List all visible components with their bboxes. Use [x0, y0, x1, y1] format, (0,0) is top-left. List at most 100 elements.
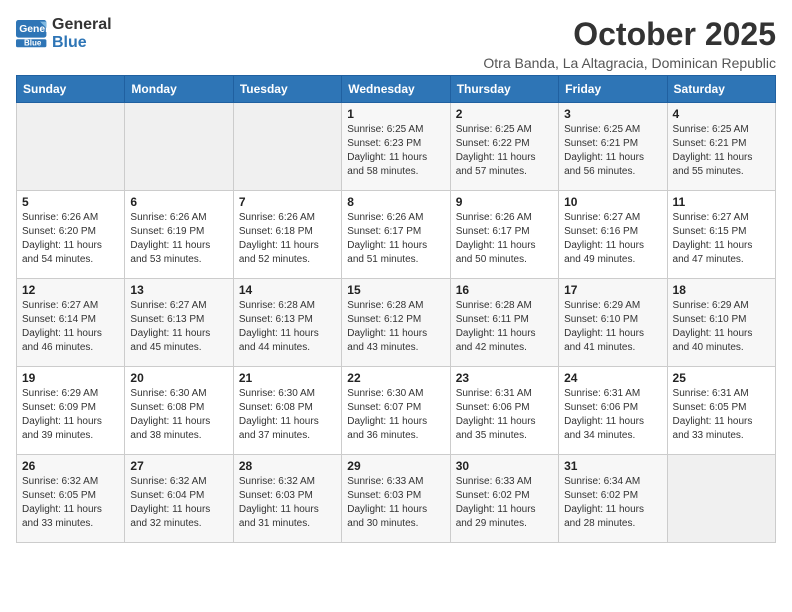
day-number: 25: [673, 371, 770, 385]
day-info: Sunrise: 6:32 AM Sunset: 6:04 PM Dayligh…: [130, 475, 227, 531]
day-info: Sunrise: 6:31 AM Sunset: 6:06 PM Dayligh…: [564, 387, 661, 443]
calendar-table: Sunday Monday Tuesday Wednesday Thursday…: [16, 75, 776, 543]
day-number: 26: [22, 459, 119, 473]
calendar-cell: 17Sunrise: 6:29 AM Sunset: 6:10 PM Dayli…: [559, 279, 667, 367]
day-number: 15: [347, 283, 444, 297]
day-number: 7: [239, 195, 336, 209]
day-number: 8: [347, 195, 444, 209]
calendar-cell: 1 Sunrise: 6:25 AM Sunset: 6:23 PM Daylig…: [342, 103, 450, 191]
day-number: 4: [673, 107, 770, 121]
day-info: Sunrise: 6:27 AM Sunset: 6:15 PM Dayligh…: [673, 211, 770, 267]
calendar-cell: 16 Sunrise: 6:28 AM Sunset: 6:11 PM Dayli…: [450, 279, 558, 367]
logo: General Blue General Blue: [16, 16, 112, 51]
day-info: Sunrise: 6:28 AM Sunset: 6:11 PM Dayligh…: [456, 299, 553, 355]
day-number: 11: [673, 195, 770, 209]
day-info: Sunrise: 6:26 AM Sunset: 6:20 PM Dayligh…: [22, 211, 119, 267]
title-block: October 2025 Otra Banda, La Altagracia, …: [483, 16, 776, 71]
day-info: Sunrise: 6:29 AM Sunset: 6:09 PM Dayligh…: [22, 387, 119, 443]
day-number: 16: [456, 283, 553, 297]
calendar-cell: 15 Sunrise: 6:28 AM Sunset: 6:12 PM Dayli…: [342, 279, 450, 367]
month-title: October 2025: [483, 16, 776, 53]
day-number: 1: [347, 107, 444, 121]
calendar-week-4: 19 Sunrise: 6:29 AM Sunset: 6:09 PM Dayli…: [17, 367, 776, 455]
col-saturday: Saturday: [667, 76, 775, 103]
day-info: Sunrise: 6:29 AM Sunset: 6:10 PM Dayligh…: [673, 299, 770, 355]
day-number: 20: [130, 371, 227, 385]
day-number: 29: [347, 459, 444, 473]
calendar-cell: 25 Sunrise: 6:31 AM Sunset: 6:05 PM Dayli…: [667, 367, 775, 455]
calendar-cell: 21Sunrise: 6:30 AM Sunset: 6:08 PM Dayli…: [233, 367, 341, 455]
day-number: 19: [22, 371, 119, 385]
day-info: Sunrise: 6:31 AM Sunset: 6:06 PM Dayligh…: [456, 387, 553, 443]
day-number: 31: [564, 459, 661, 473]
calendar-cell: 10Sunrise: 6:27 AM Sunset: 6:16 PM Dayli…: [559, 191, 667, 279]
calendar-cell: 19 Sunrise: 6:29 AM Sunset: 6:09 PM Dayli…: [17, 367, 125, 455]
day-number: 3: [564, 107, 661, 121]
day-info: Sunrise: 6:33 AM Sunset: 6:02 PM Dayligh…: [456, 475, 553, 531]
calendar-cell: 23 Sunrise: 6:31 AM Sunset: 6:06 PM Dayli…: [450, 367, 558, 455]
day-info: Sunrise: 6:32 AM Sunset: 6:03 PM Dayligh…: [239, 475, 336, 531]
calendar-cell: 12 Sunrise: 6:27 AM Sunset: 6:14 PM Dayli…: [17, 279, 125, 367]
day-info: Sunrise: 6:25 AM Sunset: 6:21 PM Dayligh…: [673, 123, 770, 179]
calendar-cell: 2 Sunrise: 6:25 AM Sunset: 6:22 PM Daylig…: [450, 103, 558, 191]
day-info: Sunrise: 6:30 AM Sunset: 6:08 PM Dayligh…: [239, 387, 336, 443]
day-info: Sunrise: 6:26 AM Sunset: 6:17 PM Dayligh…: [456, 211, 553, 267]
calendar-cell: [667, 455, 775, 543]
day-info: Sunrise: 6:26 AM Sunset: 6:17 PM Dayligh…: [347, 211, 444, 267]
calendar-week-2: 5Sunrise: 6:26 AM Sunset: 6:20 PM Daylig…: [17, 191, 776, 279]
calendar-cell: 18 Sunrise: 6:29 AM Sunset: 6:10 PM Dayli…: [667, 279, 775, 367]
day-number: 24: [564, 371, 661, 385]
calendar-cell: 6 Sunrise: 6:26 AM Sunset: 6:19 PM Daylig…: [125, 191, 233, 279]
svg-text:Blue: Blue: [24, 38, 42, 47]
calendar-cell: [125, 103, 233, 191]
page-header: General Blue General Blue October 2025 O…: [16, 16, 776, 71]
day-info: Sunrise: 6:34 AM Sunset: 6:02 PM Dayligh…: [564, 475, 661, 531]
col-friday: Friday: [559, 76, 667, 103]
calendar-cell: 14Sunrise: 6:28 AM Sunset: 6:13 PM Dayli…: [233, 279, 341, 367]
day-number: 12: [22, 283, 119, 297]
day-info: Sunrise: 6:30 AM Sunset: 6:08 PM Dayligh…: [130, 387, 227, 443]
calendar-week-1: 1 Sunrise: 6:25 AM Sunset: 6:23 PM Daylig…: [17, 103, 776, 191]
day-info: Sunrise: 6:26 AM Sunset: 6:19 PM Dayligh…: [130, 211, 227, 267]
day-number: 10: [564, 195, 661, 209]
day-info: Sunrise: 6:25 AM Sunset: 6:22 PM Dayligh…: [456, 123, 553, 179]
day-number: 9: [456, 195, 553, 209]
day-info: Sunrise: 6:28 AM Sunset: 6:12 PM Dayligh…: [347, 299, 444, 355]
calendar-body: 1 Sunrise: 6:25 AM Sunset: 6:23 PM Daylig…: [17, 103, 776, 543]
col-tuesday: Tuesday: [233, 76, 341, 103]
col-monday: Monday: [125, 76, 233, 103]
calendar-cell: 28Sunrise: 6:32 AM Sunset: 6:03 PM Dayli…: [233, 455, 341, 543]
header-row: Sunday Monday Tuesday Wednesday Thursday…: [17, 76, 776, 103]
calendar-cell: 20 Sunrise: 6:30 AM Sunset: 6:08 PM Dayli…: [125, 367, 233, 455]
day-info: Sunrise: 6:27 AM Sunset: 6:14 PM Dayligh…: [22, 299, 119, 355]
location-subtitle: Otra Banda, La Altagracia, Dominican Rep…: [483, 55, 776, 71]
calendar-cell: 3 Sunrise: 6:25 AM Sunset: 6:21 PM Daylig…: [559, 103, 667, 191]
logo-line2: Blue: [52, 34, 112, 52]
day-number: 30: [456, 459, 553, 473]
svg-text:General: General: [19, 24, 48, 35]
col-wednesday: Wednesday: [342, 76, 450, 103]
day-info: Sunrise: 6:31 AM Sunset: 6:05 PM Dayligh…: [673, 387, 770, 443]
calendar-cell: 4 Sunrise: 6:25 AM Sunset: 6:21 PM Daylig…: [667, 103, 775, 191]
day-info: Sunrise: 6:27 AM Sunset: 6:13 PM Dayligh…: [130, 299, 227, 355]
day-info: Sunrise: 6:33 AM Sunset: 6:03 PM Dayligh…: [347, 475, 444, 531]
day-info: Sunrise: 6:25 AM Sunset: 6:21 PM Dayligh…: [564, 123, 661, 179]
calendar-cell: 13Sunrise: 6:27 AM Sunset: 6:13 PM Dayli…: [125, 279, 233, 367]
day-number: 14: [239, 283, 336, 297]
calendar-cell: 30 Sunrise: 6:33 AM Sunset: 6:02 PM Dayli…: [450, 455, 558, 543]
calendar-header: Sunday Monday Tuesday Wednesday Thursday…: [17, 76, 776, 103]
day-number: 22: [347, 371, 444, 385]
calendar-cell: 26Sunrise: 6:32 AM Sunset: 6:05 PM Dayli…: [17, 455, 125, 543]
calendar-cell: 29 Sunrise: 6:33 AM Sunset: 6:03 PM Dayli…: [342, 455, 450, 543]
col-thursday: Thursday: [450, 76, 558, 103]
day-number: 2: [456, 107, 553, 121]
day-info: Sunrise: 6:26 AM Sunset: 6:18 PM Dayligh…: [239, 211, 336, 267]
col-sunday: Sunday: [17, 76, 125, 103]
calendar-week-3: 12 Sunrise: 6:27 AM Sunset: 6:14 PM Dayli…: [17, 279, 776, 367]
day-number: 6: [130, 195, 227, 209]
calendar-cell: [233, 103, 341, 191]
day-number: 18: [673, 283, 770, 297]
day-info: Sunrise: 6:25 AM Sunset: 6:23 PM Dayligh…: [347, 123, 444, 179]
calendar-cell: 8 Sunrise: 6:26 AM Sunset: 6:17 PM Daylig…: [342, 191, 450, 279]
day-number: 23: [456, 371, 553, 385]
